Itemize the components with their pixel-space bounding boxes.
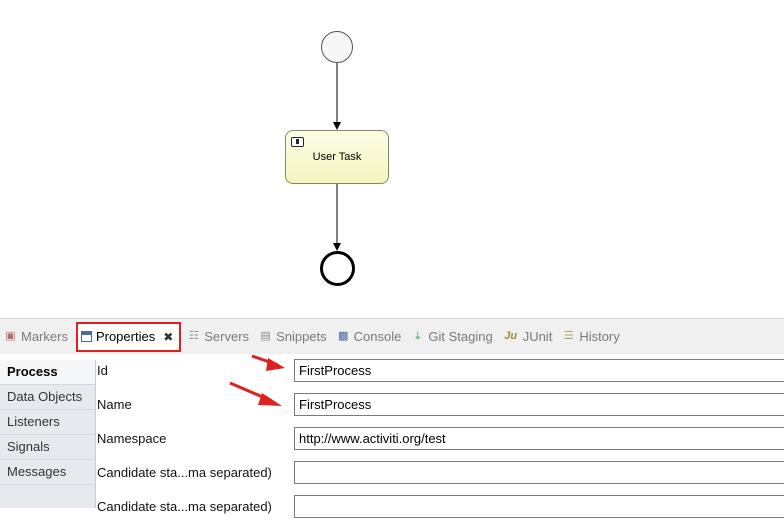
properties-icon <box>80 331 92 342</box>
properties-form: Id Name Namespace Candidate sta...ma sep… <box>96 354 784 518</box>
view-tab-bar: ▣ Markers Properties ✖ ☷ Servers ▤ Snipp… <box>0 318 784 354</box>
candidate-groups-label: Candidate sta...ma separated) <box>97 499 272 514</box>
sequence-flows <box>333 63 341 251</box>
junit-icon: Ju <box>504 330 518 342</box>
name-field[interactable] <box>294 393 784 416</box>
tab-markers[interactable]: ▣ Markers <box>0 325 72 349</box>
candidate-users-field[interactable] <box>294 461 784 484</box>
candidate-groups-field[interactable] <box>294 495 784 518</box>
namespace-field[interactable] <box>294 427 784 450</box>
snippets-icon: ▤ <box>260 330 271 342</box>
diagram-canvas[interactable]: User Task <box>0 0 784 318</box>
close-icon[interactable]: ✖ <box>163 330 173 344</box>
property-row-candidate-groups: Candidate sta...ma separated) <box>96 490 784 524</box>
tab-servers[interactable]: ☷ Servers <box>183 325 253 349</box>
sidebar-item-process[interactable]: Process <box>0 360 95 385</box>
property-row-candidate-users: Candidate sta...ma separated) <box>96 456 784 490</box>
tab-label: JUnit <box>522 329 553 344</box>
tab-label: Git Staging <box>428 329 493 344</box>
properties-sidebar: Process Data Objects Listeners Signals M… <box>0 360 96 508</box>
property-row-name: Name <box>96 388 784 422</box>
tab-label: Markers <box>21 329 68 344</box>
history-icon: ☰ <box>563 330 574 342</box>
git-staging-icon: ⤓ <box>415 330 421 342</box>
start-event[interactable] <box>321 31 353 63</box>
sidebar-item-signals[interactable]: Signals <box>0 435 95 460</box>
sidebar-item-data-objects[interactable]: Data Objects <box>0 385 95 410</box>
id-label: Id <box>97 363 108 378</box>
tab-git-staging[interactable]: ⤓ Git Staging <box>407 325 496 349</box>
tab-history[interactable]: ☰ History <box>558 325 623 349</box>
property-row-namespace: Namespace <box>96 422 784 456</box>
property-row-id: Id <box>96 354 784 388</box>
tab-label: Console <box>353 329 402 344</box>
user-task-label: User Task <box>312 151 362 163</box>
markers-icon: ▣ <box>5 330 16 342</box>
namespace-label: Namespace <box>97 431 167 446</box>
candidate-users-label: Candidate sta...ma separated) <box>97 465 272 480</box>
servers-icon: ☷ <box>188 330 199 342</box>
tab-label: Snippets <box>276 329 327 344</box>
user-task-node[interactable]: User Task <box>285 130 389 184</box>
tab-properties[interactable]: Properties ✖ <box>75 321 182 352</box>
tab-junit[interactable]: Ju JUnit <box>499 325 557 349</box>
tab-label: Servers <box>204 329 250 344</box>
name-label: Name <box>97 397 132 412</box>
sidebar-item-listeners[interactable]: Listeners <box>0 410 95 435</box>
user-task-icon <box>291 137 304 147</box>
id-field[interactable] <box>294 359 784 382</box>
console-icon: ▩ <box>337 330 349 342</box>
tab-label: History <box>579 329 620 344</box>
end-event[interactable] <box>320 251 355 286</box>
sidebar-item-messages[interactable]: Messages <box>0 460 95 485</box>
tab-label: Properties <box>95 329 156 344</box>
tab-console[interactable]: ▩ Console <box>333 325 406 349</box>
tab-snippets[interactable]: ▤ Snippets <box>255 325 331 349</box>
